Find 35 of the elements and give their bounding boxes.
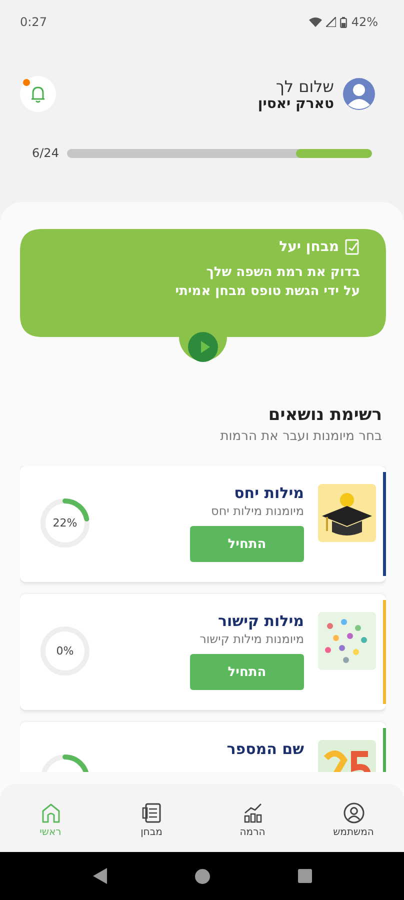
back-icon[interactable]	[92, 868, 106, 884]
chart-icon	[242, 802, 264, 824]
home-circle-icon[interactable]	[194, 868, 210, 884]
user-name: טארק יאסין	[258, 96, 334, 112]
clipboard-icon	[140, 802, 162, 824]
status-time: 0:27	[20, 15, 47, 29]
notification-button[interactable]	[20, 76, 56, 112]
home-icon	[40, 802, 62, 824]
topic-subtitle: מיומנות מילות קישור	[200, 632, 304, 646]
avatar-icon[interactable]	[342, 77, 376, 111]
banner-title: מבחן יעל	[279, 239, 339, 255]
wifi-icon	[309, 17, 322, 27]
progress-percent: 22%	[52, 516, 78, 530]
progress-label: 6/24	[32, 146, 59, 160]
signal-icon	[326, 17, 336, 27]
recents-icon[interactable]	[298, 869, 312, 883]
topic-title: מילות קישור	[218, 612, 304, 630]
topic-title: שם המספר	[226, 740, 304, 758]
topic-title: מילות יחס	[234, 484, 304, 502]
user-icon	[342, 802, 364, 824]
topic-subtitle: מיומנות מילות יחס	[211, 504, 304, 518]
battery-percent: 42%	[351, 15, 378, 29]
nav-tab[interactable]: מבחן	[101, 784, 202, 852]
battery-icon	[340, 16, 348, 28]
section-title: רשימת נושאים	[268, 405, 382, 425]
banner-text: על ידי הגשת טופס מבחן אמיתי	[175, 284, 360, 299]
progress-percent: 0%	[56, 644, 74, 658]
section-subtitle: בחר מיומנות ועבר את הרמות	[220, 429, 382, 444]
banner-text: בדוק את רמת השפה שלך	[206, 265, 360, 280]
greeting: שלום לך	[276, 76, 334, 96]
nav-tab[interactable]: הרמה	[202, 784, 303, 852]
topic-card[interactable]: שם המספר	[20, 722, 386, 772]
play-icon	[200, 341, 210, 353]
progress-ring	[38, 496, 92, 550]
nav-tab[interactable]: המשתמש	[303, 784, 404, 852]
